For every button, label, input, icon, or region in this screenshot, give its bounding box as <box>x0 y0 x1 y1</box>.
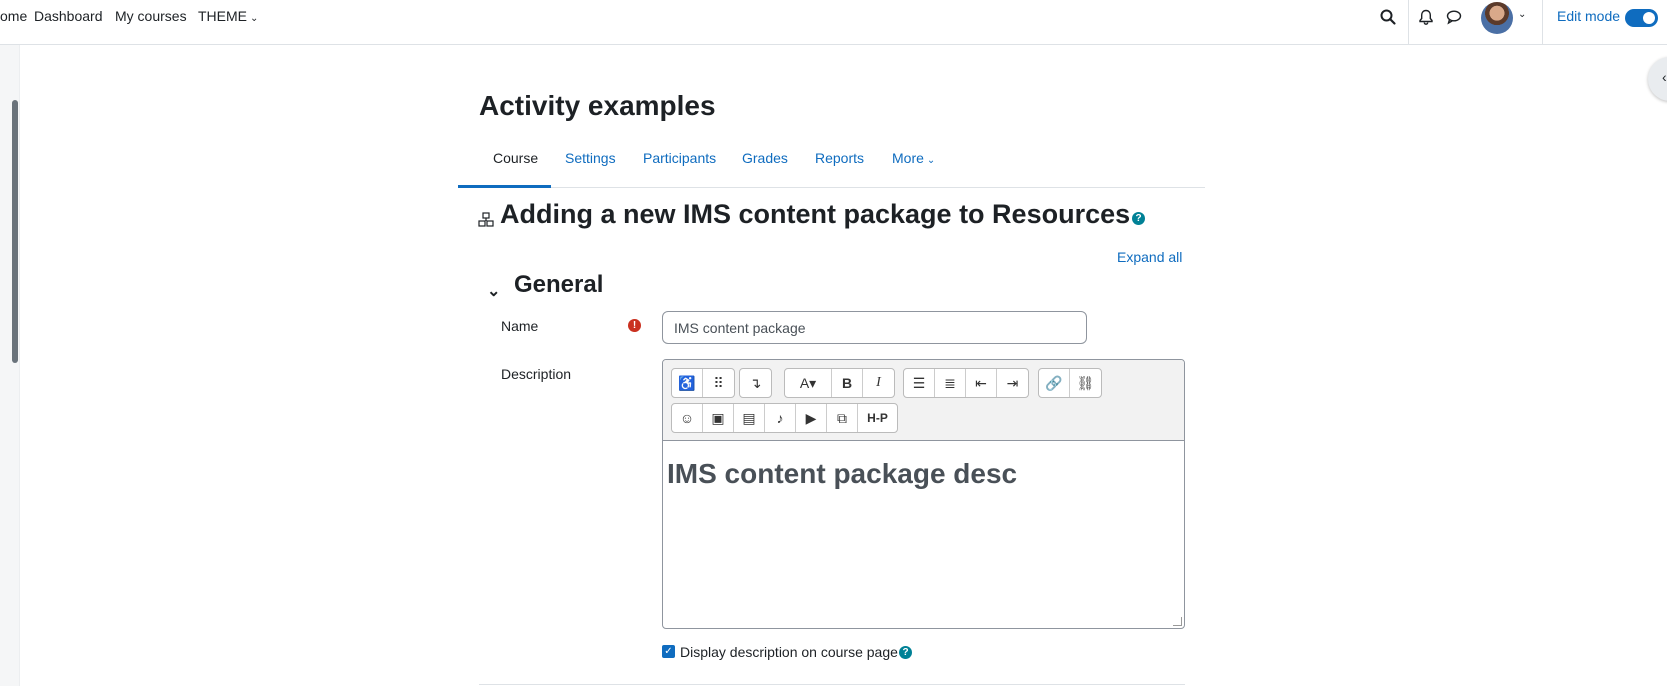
help-icon[interactable]: ? <box>899 646 912 659</box>
record-audio-icon[interactable]: ♪ <box>765 404 796 432</box>
tab-grades[interactable]: Grades <box>742 150 788 166</box>
edit-mode-toggle[interactable] <box>1625 9 1658 27</box>
nav-theme-label: THEME <box>198 8 247 24</box>
tab-settings[interactable]: Settings <box>565 150 616 166</box>
screenreader-helper-icon[interactable]: ⠿ <box>703 369 734 397</box>
toolbar-group: A▾ B I <box>784 368 895 398</box>
toolbar-group: 🔗 ⛓ <box>1038 368 1102 398</box>
ims-package-icon <box>478 212 494 227</box>
display-description-checkbox[interactable]: ✓ <box>662 645 675 658</box>
media-icon[interactable]: ▤ <box>734 404 765 432</box>
outdent-icon[interactable]: ⇤ <box>966 369 997 397</box>
tab-course[interactable]: Course <box>493 150 538 166</box>
nav-my-courses-link[interactable]: My courses <box>115 8 187 24</box>
chevron-down-icon: ⌄ <box>250 13 259 24</box>
page-heading: Adding a new IMS content package to Reso… <box>500 199 1131 229</box>
description-editor: ♿ ⠿ ↴ A▾ B I ☰ ≣ ⇤ ⇥ 🔗 ⛓ ☺ ▣ ▤ ♪ ▶ ⧉ H-P… <box>662 359 1185 629</box>
editor-content-area[interactable]: IMS content package desc <box>667 458 1017 490</box>
manage-files-icon[interactable]: ⧉ <box>827 404 858 432</box>
description-label: Description <box>501 366 572 382</box>
emoji-icon[interactable]: ☺ <box>672 404 703 432</box>
collapse-icon[interactable]: ↴ <box>740 369 771 397</box>
nav-dashboard-link[interactable]: Dashboard <box>34 8 103 24</box>
resize-handle[interactable] <box>1173 617 1182 626</box>
font-style-icon[interactable]: A▾ <box>785 369 832 397</box>
section-divider <box>479 684 1185 685</box>
record-video-icon[interactable]: ▶ <box>796 404 827 432</box>
italic-icon[interactable]: I <box>863 369 894 397</box>
h5p-icon[interactable]: H-P <box>858 404 897 432</box>
section-title-general[interactable]: General <box>514 271 603 299</box>
name-label: Name <box>501 318 539 334</box>
toolbar-group: ↴ <box>739 368 772 398</box>
editor-toolbar: ♿ ⠿ ↴ A▾ B I ☰ ≣ ⇤ ⇥ 🔗 ⛓ ☺ ▣ ▤ ♪ ▶ ⧉ H-P <box>663 360 1184 441</box>
tab-more[interactable]: More ⌄ <box>892 150 935 166</box>
block-drawer-toggle[interactable]: ‹ <box>1648 57 1667 101</box>
toolbar-group: ☺ ▣ ▤ ♪ ▶ ⧉ H-P <box>671 403 898 433</box>
chevron-down-icon: ⌄ <box>926 155 936 166</box>
help-icon[interactable]: ? <box>1132 212 1145 225</box>
chevron-down-icon[interactable]: ⌄ <box>1518 9 1526 20</box>
active-tab-indicator <box>458 185 551 188</box>
tab-participants[interactable]: Participants <box>643 150 716 166</box>
nav-theme-menu[interactable]: THEME ⌄ <box>198 8 258 24</box>
navbar-divider <box>1408 0 1409 45</box>
course-title: Activity examples <box>479 90 716 121</box>
accessibility-checker-icon[interactable]: ♿ <box>672 369 703 397</box>
chat-icon[interactable] <box>1445 8 1463 26</box>
toolbar-group: ♿ ⠿ <box>671 368 735 398</box>
toolbar-group: ☰ ≣ ⇤ ⇥ <box>903 368 1029 398</box>
tab-more-label: More <box>892 150 924 166</box>
nav-home-link[interactable]: ome <box>0 8 27 24</box>
link-icon[interactable]: 🔗 <box>1039 369 1070 397</box>
scrollbar[interactable] <box>12 100 18 363</box>
edit-mode-label: Edit mode <box>1557 8 1621 24</box>
expand-all-link[interactable]: Expand all <box>1117 249 1182 265</box>
navbar-divider <box>1542 0 1543 45</box>
bold-icon[interactable]: B <box>832 369 863 397</box>
display-description-label[interactable]: Display description on course page <box>680 644 898 660</box>
chevron-down-icon[interactable]: ⌄ <box>487 281 500 301</box>
unlink-icon[interactable]: ⛓ <box>1070 369 1101 397</box>
search-icon[interactable] <box>1379 8 1397 26</box>
name-input[interactable] <box>662 311 1087 344</box>
unordered-list-icon[interactable]: ☰ <box>904 369 935 397</box>
required-icon: ! <box>628 319 641 332</box>
tab-reports[interactable]: Reports <box>815 150 864 166</box>
bell-icon[interactable] <box>1417 8 1435 26</box>
ordered-list-icon[interactable]: ≣ <box>935 369 966 397</box>
secondary-navigation: Course Settings Participants Grades Repo… <box>458 140 1205 188</box>
indent-icon[interactable]: ⇥ <box>997 369 1028 397</box>
user-avatar[interactable] <box>1481 2 1513 34</box>
top-navbar: ome Dashboard My courses THEME ⌄ ⌄ Edit m… <box>0 0 1667 45</box>
image-icon[interactable]: ▣ <box>703 404 734 432</box>
chevron-left-icon: ‹ <box>1662 69 1667 85</box>
